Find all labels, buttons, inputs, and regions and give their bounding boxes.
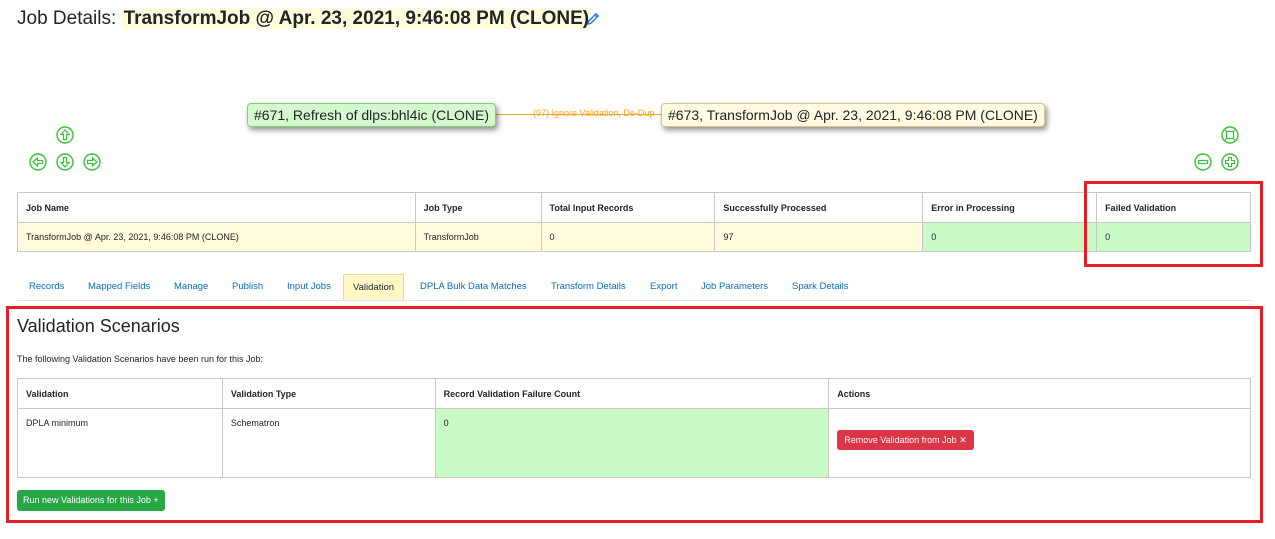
tab-validation[interactable]: Validation [343, 274, 405, 300]
tab-dpla-bulk-data-matches[interactable]: DPLA Bulk Data Matches [420, 274, 527, 299]
cell-job-type: TransformJob [414, 222, 542, 252]
column-header-total-input: Total Input Records [540, 192, 716, 223]
page-title-prefix: Job Details: [17, 8, 117, 29]
page-title: Job Details: TransformJob @ Apr. 23, 202… [17, 8, 592, 30]
job-detail-tabs: Records Mapped Fields Manage Publish Inp… [17, 274, 1251, 301]
job-stats-table: Job Name Job Type Total Input Records Su… [17, 192, 1251, 252]
tab-publish[interactable]: Publish [232, 274, 263, 299]
job-title: TransformJob @ Apr. 23, 2021, 9:46:08 PM… [121, 8, 592, 29]
tab-mapped-fields[interactable]: Mapped Fields [88, 274, 150, 299]
tab-input-jobs[interactable]: Input Jobs [287, 274, 331, 299]
column-header-job-type: Job Type [414, 192, 542, 223]
arrow-up-icon[interactable] [56, 126, 74, 144]
zoom-out-icon[interactable] [1194, 153, 1212, 171]
arrow-down-icon[interactable] [56, 153, 74, 171]
column-header-job-name: Job Name [17, 192, 416, 223]
tab-manage[interactable]: Manage [174, 274, 208, 299]
zoom-in-icon[interactable] [1221, 153, 1239, 171]
column-header-successfully-processed: Successfully Processed [714, 192, 924, 223]
tab-spark-details[interactable]: Spark Details [792, 274, 849, 299]
cell-job-name: TransformJob @ Apr. 23, 2021, 9:46:08 PM… [17, 222, 416, 252]
arrow-left-icon[interactable] [29, 153, 47, 171]
table-header-row: Job Name Job Type Total Input Records Su… [17, 192, 1251, 223]
highlight-box-validation-section [6, 306, 1263, 523]
highlight-box-failed-validation [1084, 181, 1263, 267]
graph-node-current-job[interactable]: #673, TransformJob @ Apr. 23, 2021, 9:46… [661, 103, 1045, 127]
arrow-right-icon[interactable] [83, 153, 101, 171]
column-header-error-in-processing: Error in Processing [922, 192, 1098, 223]
graph-edge-label: (97) Ignore Validation, De-Dup [533, 108, 655, 118]
tab-transform-details[interactable]: Transform Details [551, 274, 626, 299]
tab-job-parameters[interactable]: Job Parameters [701, 274, 768, 299]
zoom-fit-icon[interactable] [1221, 126, 1239, 144]
table-row: TransformJob @ Apr. 23, 2021, 9:46:08 PM… [17, 222, 1251, 252]
tab-records[interactable]: Records [29, 274, 64, 299]
tab-export[interactable]: Export [650, 274, 677, 299]
graph-node-source-job[interactable]: #671, Refresh of dlps:bhl4ic (CLONE) [247, 103, 496, 127]
cell-error-in-processing: 0 [922, 222, 1098, 252]
cell-successfully-processed: 97 [714, 222, 924, 252]
cell-total-input: 0 [540, 222, 716, 252]
pencil-icon[interactable] [585, 11, 601, 27]
